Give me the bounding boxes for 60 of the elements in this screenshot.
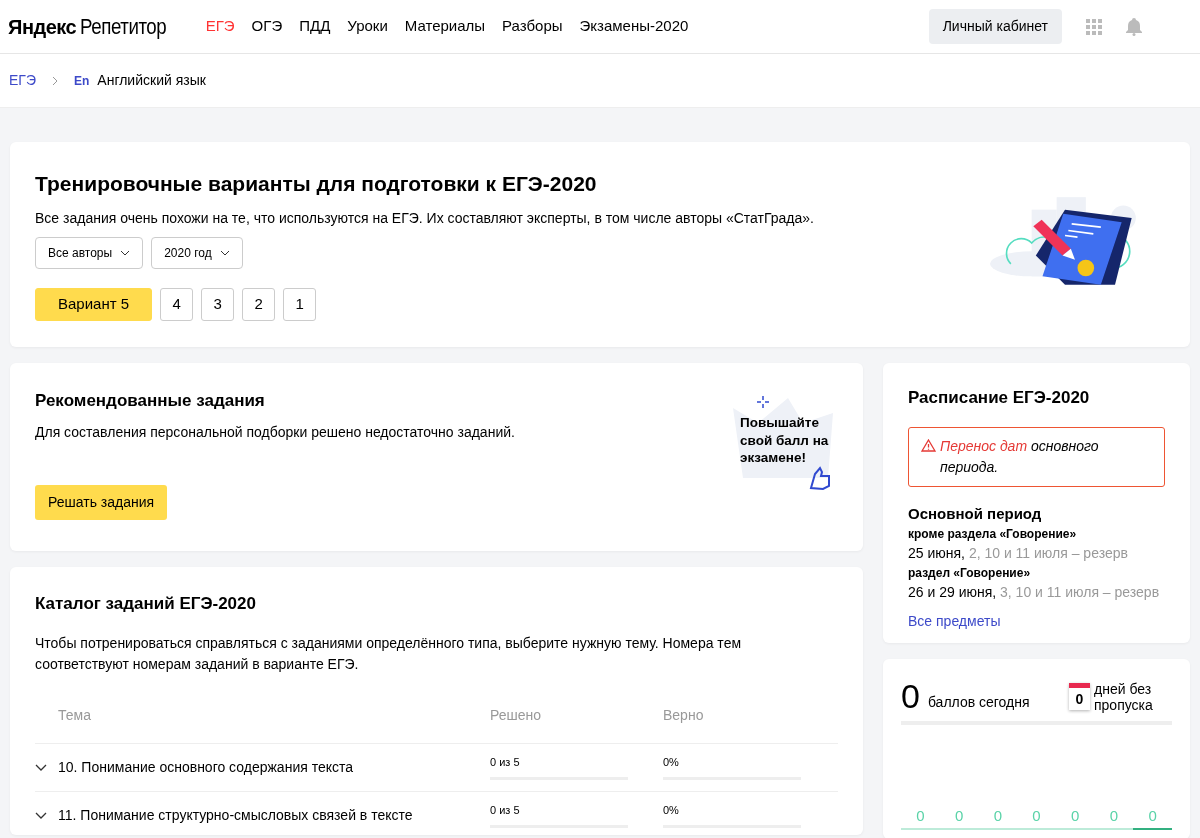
- card-title: Рекомендованные задания: [35, 390, 266, 412]
- card-text: Для составления персональной подборки решено недостаточно заданий.: [35, 422, 516, 442]
- nav-tab[interactable]: ЕГЭ: [205, 15, 235, 38]
- column-header: Тема: [58, 706, 91, 723]
- period-title: Основной период: [908, 503, 1043, 524]
- variant-button[interactable]: 4: [160, 287, 194, 321]
- nav-tab[interactable]: Экзамены-2020: [579, 15, 689, 38]
- chevron-down-icon: [219, 249, 230, 256]
- chevron-right-icon: [52, 75, 58, 86]
- group-label: кроме раздела «Говорение»: [908, 526, 1078, 543]
- score-value: 0: [901, 679, 920, 713]
- progress-label: 0%: [663, 803, 680, 819]
- alert-text: Перенос дат основного периода.: [940, 436, 1100, 477]
- column-header: Решено: [490, 706, 542, 723]
- progress-label: 0%: [663, 755, 680, 771]
- filter-dropdown[interactable]: Все авторы: [35, 236, 144, 269]
- warning-icon: [921, 438, 936, 452]
- day-score: 0: [1017, 805, 1056, 830]
- filter-dropdown[interactable]: 2020 год: [151, 236, 243, 269]
- all-subjects-link[interactable]: Все предметы: [908, 611, 1001, 632]
- group-label: раздел «Говорение»: [908, 565, 1032, 582]
- card-title: Расписание ЕГЭ-2020: [908, 387, 1091, 409]
- chevron-down-icon[interactable]: [35, 763, 47, 771]
- card-title: Каталог заданий ЕГЭ-2020: [35, 593, 257, 615]
- variant-button[interactable]: Вариант 5: [35, 287, 153, 321]
- breadcrumb-link[interactable]: ЕГЭ: [9, 70, 36, 91]
- chevron-down-icon: [120, 249, 131, 256]
- day-score: 0: [1133, 805, 1173, 830]
- variant-button[interactable]: 1: [283, 287, 317, 321]
- nav-tab[interactable]: ОГЭ: [251, 15, 283, 38]
- variant-button[interactable]: 2: [242, 287, 276, 321]
- day-score: 0: [978, 805, 1018, 830]
- topic-title[interactable]: 11. Понимание структурно-смысловых связей в тексте: [58, 804, 413, 826]
- logo[interactable]: Яндекс Репетитор: [8, 10, 182, 43]
- topic-title[interactable]: 10. Понимание основного содержания текста: [58, 756, 354, 778]
- date-line: 25 июня, 2, 10 и 11 июля – резерв: [908, 544, 1129, 563]
- nav-tab[interactable]: Уроки: [347, 15, 388, 38]
- date-line: 26 и 29 июня, 3, 10 и 11 июля – резерв: [908, 583, 1161, 602]
- subject-title: Английский язык: [97, 71, 206, 90]
- day-score: 0: [1094, 805, 1134, 830]
- progress-label: 0 из 5: [490, 755, 521, 771]
- nav-tab[interactable]: ПДД: [299, 15, 331, 38]
- account-button[interactable]: Личный кабинет: [928, 9, 1062, 44]
- streak-label: дней без пропуска: [1094, 680, 1154, 713]
- promo-text: Повышайте свой балл на экзамене!: [740, 414, 830, 467]
- variant-button[interactable]: 3: [201, 287, 235, 321]
- progress-label: 0 из 5: [490, 803, 521, 819]
- day-score: 0: [901, 805, 940, 830]
- hero-text: Все задания очень похожи на те, что используются на ЕГЭ. Их составляют эксперты, в том числе авторы «СтатГрада».: [35, 208, 815, 228]
- nav-tab[interactable]: Материалы: [404, 15, 486, 38]
- nav-tab[interactable]: Разборы: [502, 15, 563, 38]
- score-label: баллов сегодня: [927, 693, 1030, 712]
- day-score: 0: [939, 805, 979, 830]
- day-score: 0: [1055, 805, 1095, 830]
- subject-code-label: En: [74, 72, 90, 90]
- column-header: Верно: [663, 706, 704, 723]
- chevron-down-icon[interactable]: [35, 811, 47, 819]
- card-text: Чтобы потренироваться справляться с заданиями определённого типа, выберите нужную тему. Номера тем соответствуют номерам заданий в варианте ЕГЭ.: [35, 633, 743, 674]
- hero-title: Тренировочные варианты для подготовки к ЕГЭ-2020: [35, 171, 598, 197]
- solve-button[interactable]: Решать задания: [35, 484, 168, 520]
